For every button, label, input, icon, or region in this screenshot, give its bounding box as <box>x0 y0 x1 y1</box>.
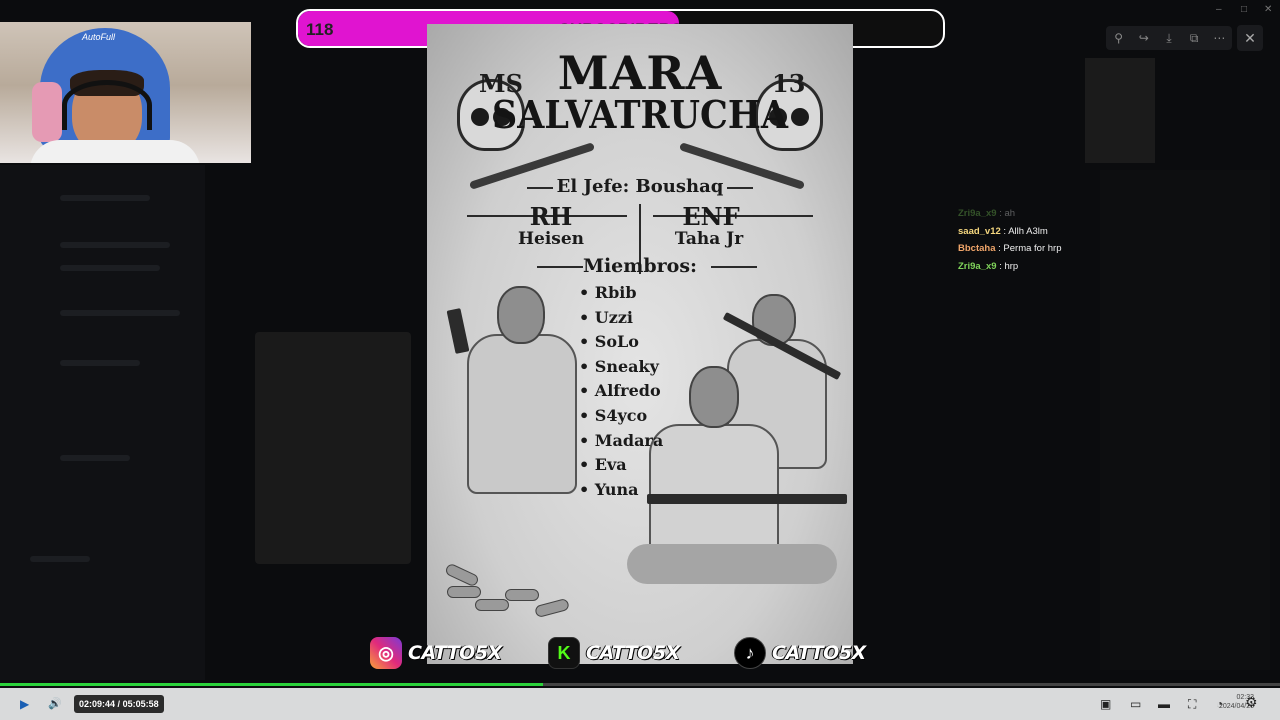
poster-rank-right-name: Taha Jr <box>674 229 744 249</box>
download-icon[interactable]: ⤓ <box>1160 31 1178 46</box>
kick-handle: CATTO5X <box>586 642 680 664</box>
chat-text: Allh A3lm <box>1008 225 1048 237</box>
poster-members-list: Rbib Uzzi SoLo Sneaky Alfredo S4yco Mada… <box>579 281 663 502</box>
gangster-figure-left <box>467 334 577 494</box>
background-poster-thumbnail <box>255 332 411 564</box>
volume-icon[interactable]: 🔊 <box>48 697 62 710</box>
instagram-handle: CATTO5X <box>408 642 502 664</box>
open-external-icon[interactable]: ⧉ <box>1185 31 1203 46</box>
time-separator: / <box>117 699 121 709</box>
video-progress-bar[interactable] <box>0 683 1280 686</box>
chat-text: hrp <box>1004 260 1019 272</box>
bullet-shell <box>447 586 481 598</box>
video-progress-fill <box>0 683 543 686</box>
gang-poster-image: MS 13 MARA SALVATRUCHA El Jefe: Boushaq … <box>427 24 853 664</box>
chat-text: Perma for hrp <box>1003 243 1062 254</box>
fullscreen-icon[interactable]: ⛶ <box>1188 697 1196 712</box>
member-item: S4yco <box>579 404 663 429</box>
settings-icon[interactable]: ⚙ <box>1245 694 1258 711</box>
headset <box>62 80 152 130</box>
background-row <box>60 265 160 271</box>
rifle-illustration <box>647 494 847 504</box>
close-icon[interactable]: ✕ <box>1237 25 1263 51</box>
member-item: Eva <box>579 453 663 478</box>
chat-username: Bbctaha <box>958 243 996 254</box>
member-item: Alfredo <box>579 379 663 404</box>
background-thumbnail <box>1085 58 1155 163</box>
member-item: Rbib <box>579 281 663 306</box>
chat-username: saad_v12 <box>958 225 1001 237</box>
bullet-shell <box>505 589 539 601</box>
chair-brand-label: AutoFull <box>82 32 116 42</box>
more-icon[interactable]: ⋯ <box>1210 31 1228 45</box>
member-item: Sneaky <box>579 355 663 380</box>
mini-player-icon[interactable]: ▭ <box>1130 697 1141 711</box>
background-row <box>60 195 150 201</box>
poster-rank-right: ENF <box>682 202 740 231</box>
share-icon[interactable]: ↪ <box>1135 31 1153 45</box>
webcam-overlay: AutoFull <box>0 22 251 163</box>
social-instagram: ◎ CATTO5X <box>370 636 502 670</box>
tiktok-handle: CATTO5X <box>772 642 866 664</box>
gaming-chair-side <box>32 82 62 142</box>
social-kick: K CATTO5X <box>548 636 680 670</box>
instagram-icon: ◎ <box>370 637 402 669</box>
member-item: SoLo <box>579 330 663 355</box>
ground-smoke <box>627 544 837 584</box>
background-row <box>60 455 130 461</box>
gangster-head-center <box>689 366 739 428</box>
current-time: 02:09:44 <box>79 699 116 709</box>
background-row <box>60 310 180 316</box>
maximize-icon[interactable]: □ <box>1241 4 1247 15</box>
kick-icon: K <box>548 637 580 669</box>
duration: 05:05:58 <box>122 699 159 709</box>
background-row <box>60 360 140 366</box>
theater-icon[interactable]: ▬ <box>1158 697 1170 711</box>
chat-message: Zri9a_x9 : ah <box>958 208 1016 219</box>
minimize-icon[interactable]: – <box>1216 4 1222 15</box>
pistol-illustration <box>446 308 470 354</box>
poster-members-heading: Miembros: <box>582 255 698 277</box>
member-item: Madara <box>579 429 663 454</box>
player-controls: ▶ 🔊 02:09:44 / 05:05:58 ▣ ▭ ▬ ⛶ ◔ 02:33 … <box>0 688 1280 720</box>
background-row <box>60 242 170 248</box>
member-item: Uzzi <box>579 306 663 331</box>
social-tiktok: ♪ CATTO5X <box>734 636 866 670</box>
pip-icon[interactable]: ▣ <box>1100 697 1111 711</box>
member-item: Yuna <box>579 478 663 503</box>
play-icon[interactable]: ▶ <box>20 697 29 711</box>
bullet-shell <box>475 599 509 611</box>
chat-text: ah <box>1004 208 1016 219</box>
streamer-shirt <box>30 140 200 163</box>
window-close-icon[interactable]: ✕ <box>1264 4 1272 15</box>
gangster-head-left <box>497 286 545 344</box>
poster-title-line2: SALVATRUCHA <box>492 92 788 137</box>
stream-chat: Zri9a_x9 : ah saad_v12 : Allh A3lm Bbcta… <box>958 205 1061 275</box>
chat-message: Zri9a_x9 : hrp <box>958 260 1019 272</box>
background-member-list <box>1100 170 1270 670</box>
bullet-shell <box>444 562 480 588</box>
chat-message: Bbctaha : Perma for hrp <box>958 243 1062 254</box>
chat-username: Zri9a_x9 <box>958 260 997 272</box>
chat-username: Zri9a_x9 <box>958 208 997 219</box>
image-viewer-toolbar: ⚲ ↪ ⤓ ⧉ ⋯ <box>1106 26 1232 50</box>
background-row <box>30 556 90 562</box>
timecode: 02:09:44 / 05:05:58 <box>74 695 164 713</box>
bullet-shell <box>534 597 570 619</box>
chat-message: saad_v12 : Allh A3lm <box>958 225 1048 237</box>
zoom-icon[interactable]: ⚲ <box>1110 31 1128 45</box>
tiktok-icon: ♪ <box>734 637 766 669</box>
poster-rank-left: RH <box>529 202 573 231</box>
poster-rank-left-name: Heisen <box>517 229 585 249</box>
poster-jefe: El Jefe: Boushaq <box>556 176 724 197</box>
